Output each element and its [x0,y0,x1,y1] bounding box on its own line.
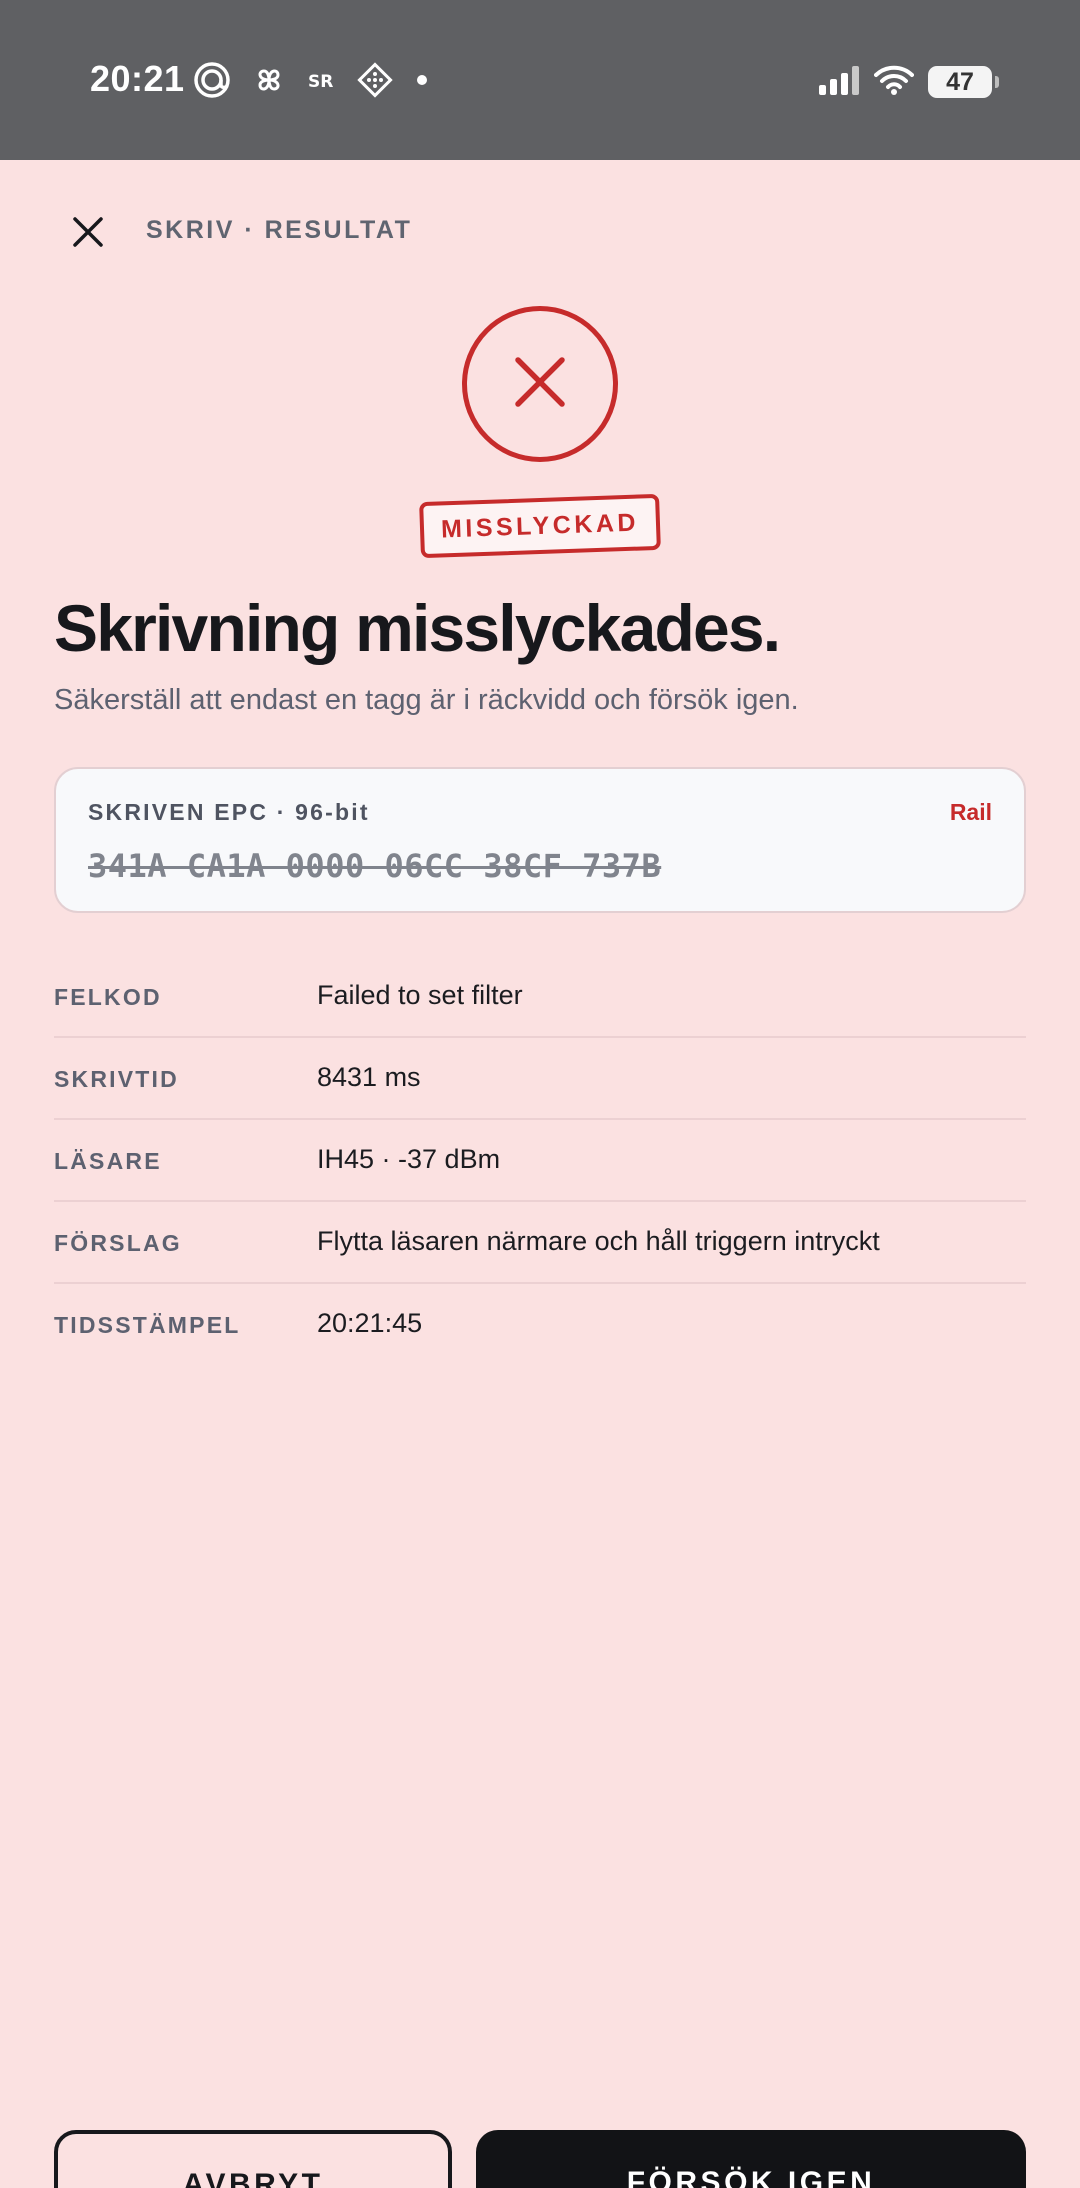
threads-icon [192,60,232,100]
status-icons-right: 47 [818,62,999,102]
close-icon [71,215,105,254]
fail-status-circle [462,306,618,462]
cancel-button[interactable]: AVBRYT [54,2130,452,2188]
epc-value: 341A CA1A 0000 06CC 38CF 737B [88,847,662,885]
page-title: SKRIV · RESULTAT [146,216,413,244]
retry-button[interactable]: FÖRSÖK IGEN [476,2130,1026,2188]
svg-text:SR: SR [308,72,333,92]
detail-value: 8431 ms [317,1062,421,1092]
sr-icon: SR [306,65,338,95]
detail-value: Failed to set filter [317,980,523,1010]
battery-icon: 47 [928,66,999,98]
detail-value: IH45 · -37 dBm [317,1144,501,1174]
status-bar: 20:21 SR 47 [0,0,1080,160]
detail-key: FÖRSLAG [54,1230,182,1256]
detail-value: Flytta läsaren närmare och håll triggern… [317,1226,880,1256]
detail-key: FELKOD [54,984,162,1010]
fail-x-icon [514,356,566,413]
subtitle: Säkerställ att endast en tagg är i räckv… [54,684,799,716]
detail-row-tidsstampel: TIDSSTÄMPEL 20:21:45 [54,1284,1026,1366]
detail-list: FELKOD Failed to set filter SKRIVTID 843… [54,956,1026,1366]
headline: Skrivning misslyckades. [54,591,781,665]
detail-row-forslag: FÖRSLAG Flytta läsaren närmare och håll … [54,1202,1026,1284]
wifi-icon [874,65,914,100]
status-icons-left: SR [192,58,432,102]
detail-key: TIDSSTÄMPEL [54,1312,241,1338]
cellular-signal-icon [818,65,860,100]
detail-row-felkod: FELKOD Failed to set filter [54,956,1026,1038]
detail-row-lasare: LÄSARE IH45 · -37 dBm [54,1120,1026,1202]
top-bar: SKRIV · RESULTAT [0,190,1080,270]
status-time: 20:21 [90,58,185,99]
detail-value: 20:21:45 [317,1308,423,1338]
epc-card: SKRIVEN EPC · 96-bit Rail 341A CA1A 0000… [54,767,1026,913]
dot-icon [412,70,432,90]
detail-key: SKRIVTID [54,1066,179,1092]
epc-label: SKRIVEN EPC · 96-bit [88,799,370,825]
detail-row-skrivtid: SKRIVTID 8431 ms [54,1038,1026,1120]
diamond-grid-icon [356,61,394,99]
detail-key: LÄSARE [54,1148,162,1174]
epc-tag: Rail [949,799,992,825]
status-badge: MISSLYCKAD [419,493,661,559]
pinwheel-icon [250,61,288,99]
close-button[interactable] [60,206,116,262]
